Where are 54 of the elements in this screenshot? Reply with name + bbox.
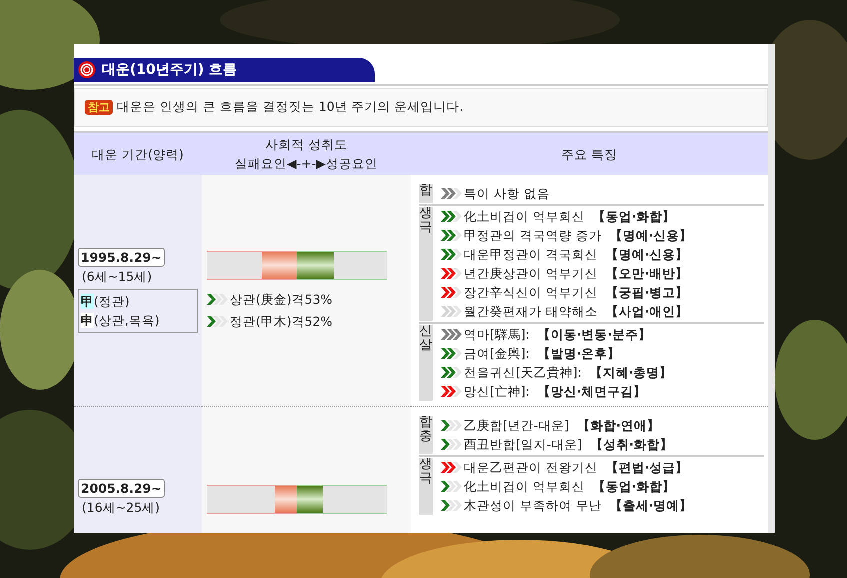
feature-tag: 【화합·연애】 [577,416,660,435]
feature-tag: 【망신·체면구김】 [538,382,647,401]
scale-label: 실패요인◀-+-▶성공요인 [234,155,379,173]
group-label: 신살 [419,325,433,401]
column-header: 대운 기간(양력) [74,132,202,175]
group-label: 합 [419,184,433,203]
feature-tag: 【동업·화합】 [592,477,676,496]
feature-text: 대운乙편관이 전왕기신 [464,459,598,477]
feature-text: 木관성이 부족하여 무난 [464,497,602,515]
feature-text: 酉丑반합[일지-대운] [464,436,582,454]
title-text: 대운(10년주기) 흐름 [102,61,238,79]
feature-text: 역마[驛馬]: [464,326,530,344]
feature-tag: 【지혜·총명】 [590,363,673,382]
note-text: 대운은 인생의 큰 흐름을 결정짓는 10년 주기의 운세입니다. [117,99,464,116]
stem-text: (정관) [94,294,130,309]
feature-text: 상관(庚金)격53% [230,290,333,308]
stem-char: 申 [81,313,94,328]
stem-text: (상관,목욕) [94,313,160,328]
period-date: 1995.8.29~ [78,248,165,267]
feature-text: 년간庚상관이 억부기신 [464,265,598,283]
feature-text: 정관(甲木)격52% [230,312,333,330]
group-label: 생극 [419,458,433,515]
feature-text: 천을귀신[天乙貴神]: [464,364,582,382]
note-badge: 참고 [85,100,113,115]
feature-text: 금여[金輿]: [464,345,530,363]
feature-text: 대운甲정관이 격국회신 [464,246,598,264]
feature-text: 망신[亡神]: [464,383,530,401]
group-label: 생극 [419,207,433,321]
stem-char: 甲 [81,294,94,309]
period-date: 2005.8.29~ [78,479,165,498]
feature-tag: 【궁핍·병고】 [606,283,689,302]
feature-tag: 【편법·성급】 [606,458,689,477]
feature-tag: 【출세·명예】 [610,496,693,515]
feature-tag: 【성취·화합】 [590,435,674,454]
feature-text: 化土비겁이 억부회신 [464,478,585,496]
feature-tag: 【명예·신용】 [606,245,689,264]
target-icon [78,61,96,79]
age-range: (16세~25세) [81,500,162,517]
feature-text: 장간辛식신이 억부기신 [464,284,598,302]
column-header: 사회적 성취도 [264,136,348,154]
feature-tag: 【이동·변동·분주】 [538,325,652,344]
feature-text: 乙庚합[년간-대운] [464,417,570,435]
age-range: (6세~15세) [81,269,154,286]
feature-text: 化土비겁이 억부회신 [464,208,585,226]
feature-tag: 【동업·화합】 [592,207,676,226]
column-header: 주요 특징 [411,132,768,175]
feature-tag: 【사업·애인】 [606,302,689,321]
feature-text: 甲정관의 격국역량 증가 [464,227,602,245]
feature-text: 월간癸편재가 태약해소 [464,303,598,321]
group-label: 합충 [419,416,433,454]
feature-text: 특이 사항 없음 [464,185,550,203]
feature-tag: 【발명·온후】 [538,344,621,363]
feature-tag: 【명예·신용】 [610,226,693,245]
feature-tag: 【오만·배반】 [606,264,689,283]
